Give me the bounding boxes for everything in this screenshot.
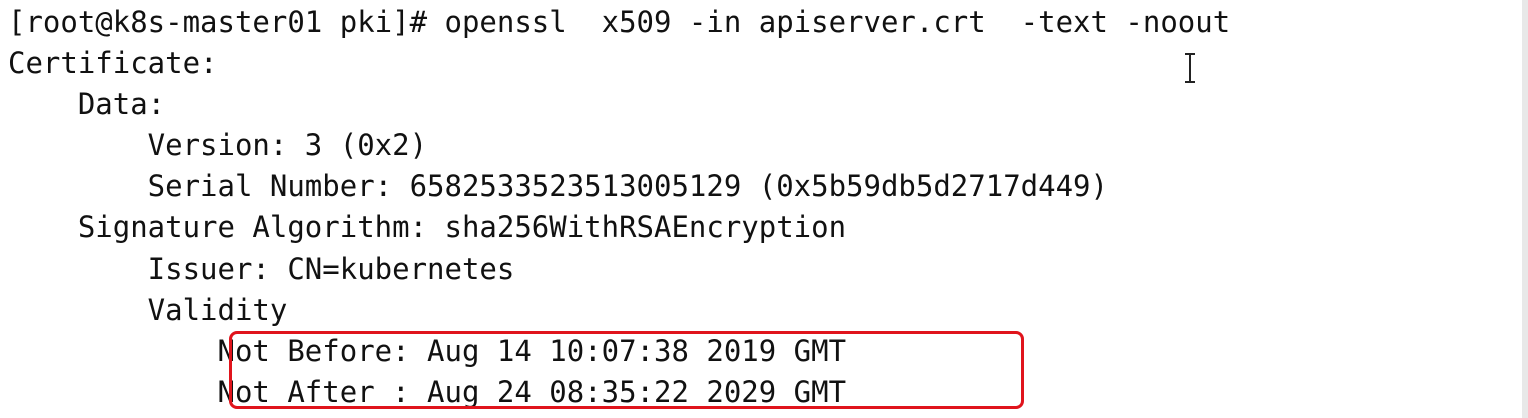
output-line: Version: 3 (0x2) (8, 128, 428, 162)
output-line: Certificate: (8, 46, 218, 80)
text-cursor-icon (1185, 53, 1195, 83)
output-line: Data: (8, 87, 166, 121)
terminal-window[interactable]: [root@k8s-master01 pki]# openssl x509 -i… (0, 0, 1528, 418)
output-line: Issuer: CN=kubernetes (8, 252, 515, 286)
output-line: Signature Algorithm: sha256WithRSAEncryp… (8, 210, 847, 244)
scrollbar[interactable] (1522, 0, 1528, 418)
validity-highlight-box (229, 331, 1024, 409)
output-line: Serial Number: 6582533523513005129 (0x5b… (8, 169, 1108, 203)
output-line: Validity (8, 293, 288, 327)
command-line: [root@k8s-master01 pki]# openssl x509 -i… (8, 5, 1231, 39)
